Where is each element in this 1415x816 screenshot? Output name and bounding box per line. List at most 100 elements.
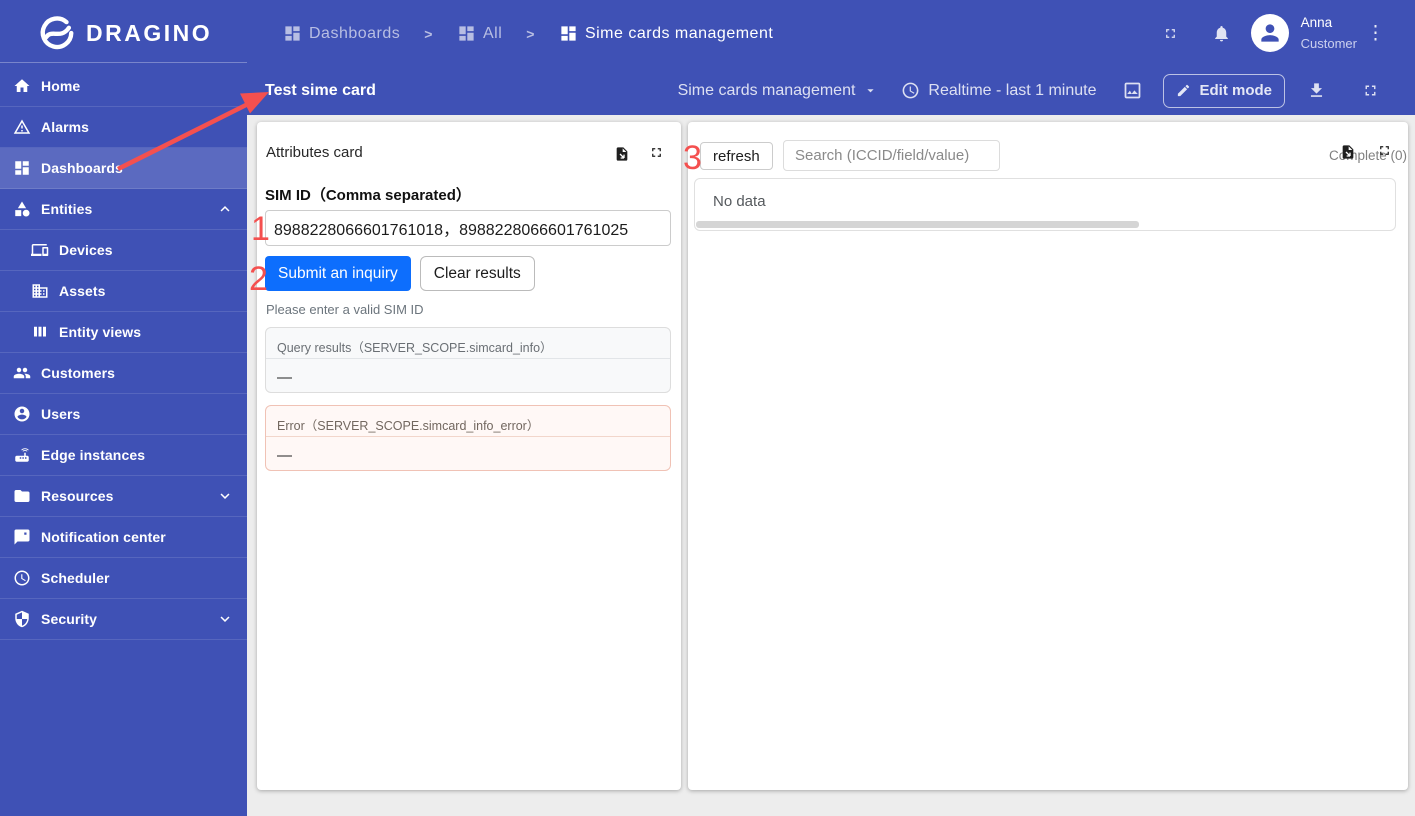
clock-icon xyxy=(903,82,919,99)
sidebar-item-security[interactable]: Security xyxy=(0,599,247,640)
sidebar-item-label: Security xyxy=(41,611,98,627)
clear-results-button[interactable]: Clear results xyxy=(419,256,535,291)
sidebar-item-notification-center[interactable]: Notification center xyxy=(0,517,247,558)
fullscreen-icon[interactable] xyxy=(1163,26,1178,41)
sim-id-hint: Please enter a valid SIM ID xyxy=(266,302,424,317)
home-icon xyxy=(14,79,30,92)
sidebar-item-label: Home xyxy=(41,78,81,94)
breadcrumb-separator: > xyxy=(526,25,535,42)
refresh-button[interactable]: refresh xyxy=(700,142,773,170)
security-icon xyxy=(15,610,29,628)
sidebar: Home Alarms Dashboards Entities Devices Asset… xyxy=(0,62,247,816)
notification-center-icon xyxy=(14,529,30,545)
sidebar-item-label: Edge instances xyxy=(41,447,146,463)
dashboard-icon xyxy=(561,26,576,41)
dashboard-content: Attributes card SIM ID（Comma separated） … xyxy=(247,115,1415,816)
edit-mode-button[interactable]: Edit mode xyxy=(1163,73,1285,108)
brand-logo[interactable]: DRAGINO xyxy=(0,15,247,53)
annotation-2: 2 xyxy=(249,260,268,298)
download-icon[interactable] xyxy=(1307,81,1326,100)
breadcrumb-label: Sime cards management xyxy=(584,24,774,42)
sidebar-item-alarms[interactable]: Alarms xyxy=(0,107,247,148)
sidebar-item-label: Entities xyxy=(41,201,93,217)
sidebar-item-assets[interactable]: Assets xyxy=(0,271,247,312)
scheduler-icon xyxy=(14,570,30,586)
devices-icon xyxy=(31,244,49,256)
dashboard-toolbar: Test sime card Sime cards management Rea… xyxy=(247,62,1415,115)
submit-inquiry-button[interactable]: Submit an inquiry xyxy=(265,256,411,291)
sidebar-item-home[interactable]: Home xyxy=(0,66,247,107)
sidebar-item-entity-views[interactable]: Entity views xyxy=(0,312,247,353)
sidebar-item-label: Users xyxy=(41,406,81,422)
notifications-bell-icon[interactable] xyxy=(1212,24,1231,43)
sidebar-item-edge-instances[interactable]: Edge instances xyxy=(0,435,247,476)
kebab-menu-icon[interactable]: ⋮ xyxy=(1366,22,1385,45)
results-empty-box: No data xyxy=(694,178,1396,231)
widget-fullscreen-icon[interactable] xyxy=(649,145,664,160)
sidebar-item-devices[interactable]: Devices xyxy=(0,230,247,271)
error-box: Error（SERVER_SCOPE.simcard_info_error） — xyxy=(265,405,671,471)
sidebar-item-dashboards[interactable]: Dashboards xyxy=(0,148,247,189)
sidebar-item-resources[interactable]: Resources xyxy=(0,476,247,517)
sidebar-item-label: Alarms xyxy=(41,119,90,135)
query-results-value: — xyxy=(277,369,292,386)
avatar[interactable] xyxy=(1250,14,1289,53)
sidebar-item-customers[interactable]: Customers xyxy=(0,353,247,394)
dashboard-icon xyxy=(285,26,300,41)
entity-views-icon xyxy=(34,326,46,337)
dashboards-icon xyxy=(15,161,29,175)
pencil-icon xyxy=(1178,84,1190,97)
widget-fullscreen-icon[interactable] xyxy=(1377,143,1392,158)
chevron-up-icon xyxy=(220,206,230,212)
horizontal-scrollbar[interactable] xyxy=(696,221,1139,228)
dashboard-state-select[interactable]: Sime cards management xyxy=(678,82,879,100)
breadcrumb-item[interactable]: Sime cards management xyxy=(559,24,773,43)
assets-icon xyxy=(32,284,48,298)
image-gallery-icon[interactable] xyxy=(1122,80,1143,101)
caret-down-icon xyxy=(867,89,875,93)
sidebar-item-label: Notification center xyxy=(41,529,166,545)
sim-id-input[interactable] xyxy=(265,210,671,246)
sidebar-item-scheduler[interactable]: Scheduler xyxy=(0,558,247,599)
customers-icon xyxy=(13,367,31,379)
breadcrumb: Dashboards > All > Sime cards management xyxy=(283,24,773,43)
no-data-label: No data xyxy=(713,193,766,210)
toolbar-fullscreen-icon[interactable] xyxy=(1362,82,1379,99)
dashboard-icon xyxy=(459,26,474,41)
sidebar-item-label: Dashboards xyxy=(41,160,123,176)
user-name: Anna xyxy=(1300,15,1333,31)
sim-id-label: SIM ID（Comma separated） xyxy=(265,187,471,204)
chevron-down-icon xyxy=(220,493,230,499)
error-value: — xyxy=(277,447,292,464)
breadcrumb-label: All xyxy=(482,24,503,42)
timewindow-label: Realtime - last 1 minute xyxy=(928,81,1097,99)
query-results-box: Query results（SERVER_SCOPE.simcard_info）… xyxy=(265,327,671,393)
brand-name: DRAGINO xyxy=(86,20,213,46)
annotation-3: 3 xyxy=(683,139,702,177)
results-table-card: refresh Complete (0) No data xyxy=(688,122,1408,790)
export-widget-data-icon[interactable] xyxy=(1340,143,1356,161)
page-title: Test sime card xyxy=(265,81,376,99)
top-header: DRAGINO Dashboards > All > Sime cards manage… xyxy=(0,0,1415,62)
sidebar-item-entities[interactable]: Entities xyxy=(0,189,247,230)
attributes-card-title: Attributes card xyxy=(266,144,363,161)
sidebar-item-label: Scheduler xyxy=(41,570,110,586)
person-icon xyxy=(1260,24,1279,43)
attributes-card: Attributes card SIM ID（Comma separated） … xyxy=(257,122,681,790)
annotation-1: 1 xyxy=(251,210,270,248)
sidebar-item-label: Entity views xyxy=(59,324,142,340)
timewindow-button[interactable]: Realtime - last 1 minute xyxy=(901,81,1096,100)
breadcrumb-item[interactable]: Dashboards xyxy=(283,24,400,43)
search-input[interactable] xyxy=(783,140,1000,171)
sidebar-item-label: Customers xyxy=(41,365,116,381)
sidebar-item-users[interactable]: Users xyxy=(0,394,247,435)
export-widget-data-icon[interactable] xyxy=(614,145,630,163)
dashboard-state-label: Sime cards management xyxy=(677,81,856,99)
breadcrumb-item[interactable]: All xyxy=(457,24,502,43)
sidebar-item-label: Resources xyxy=(41,488,114,504)
dragino-swirl-icon xyxy=(40,15,74,49)
sidebar-item-label: Devices xyxy=(59,242,113,258)
edit-mode-label: Edit mode xyxy=(1199,82,1272,99)
edge-instances-icon xyxy=(15,448,29,462)
breadcrumb-label: Dashboards xyxy=(309,24,401,42)
